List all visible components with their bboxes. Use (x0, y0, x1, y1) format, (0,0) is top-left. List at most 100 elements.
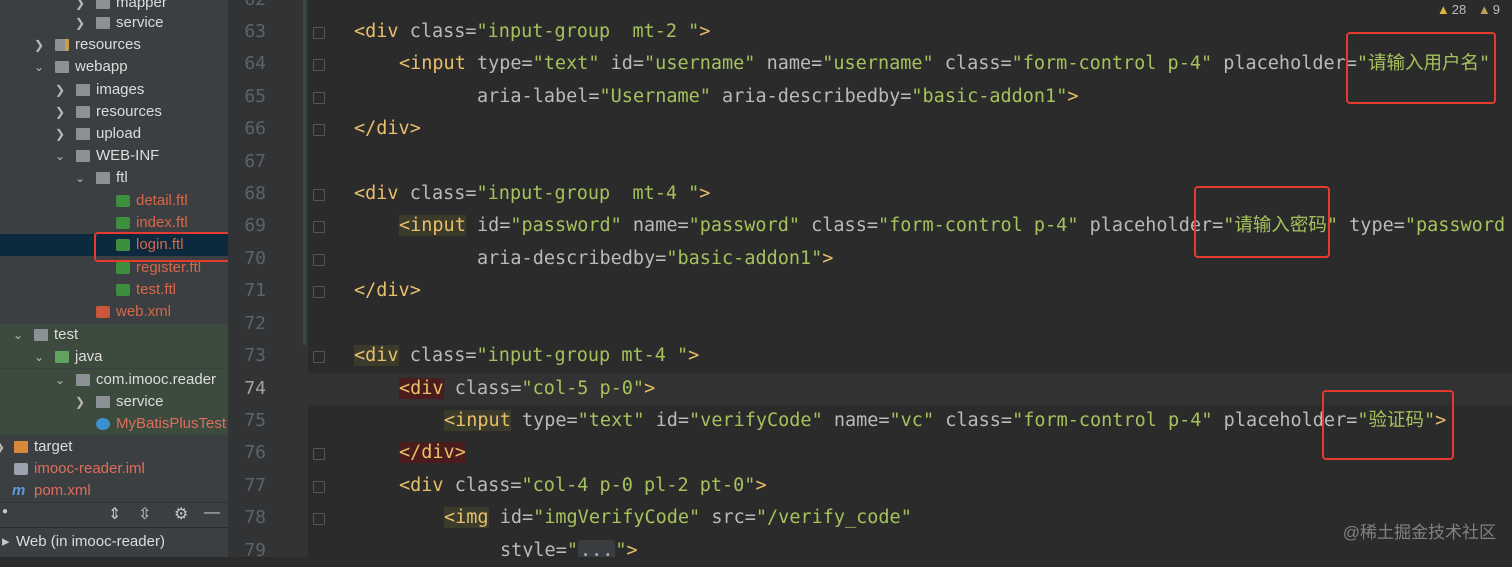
tree-item-label: MyBatisPlusTest (116, 415, 227, 432)
string-token: "imgVerifyCode" (533, 507, 701, 528)
expand-all-icon[interactable]: ⇕ (108, 504, 121, 524)
folder-icon (96, 172, 110, 184)
tree-item-resources-webapp[interactable]: ❯ resources (0, 101, 228, 123)
line-number-gutter[interactable]: 62 63 64 65 66 67 68 69 70 71 72 73 74 7… (228, 0, 308, 561)
tag-token: </div> (399, 442, 466, 463)
package-folder-icon (96, 17, 110, 29)
code-line-73: <div class="input-group mt-4 "> (354, 340, 699, 372)
tree-item-imooc-reader-iml[interactable]: imooc-reader.iml (0, 458, 228, 480)
chevron-right-icon[interactable]: ❯ (54, 123, 66, 145)
chevron-right-icon[interactable]: ❯ (0, 436, 6, 458)
code-line-68: <div class="input-group mt-4 "> (354, 178, 710, 210)
chevron-down-icon[interactable]: ⌄ (12, 324, 24, 346)
gear-icon[interactable]: ⚙ (174, 504, 188, 524)
chevron-right-icon[interactable]: ❯ (74, 391, 86, 413)
tag-token: <div (399, 378, 444, 399)
string-token: "password" (688, 215, 800, 236)
tree-item-label: com.imooc.reader (96, 371, 217, 388)
code-line-69: <input id="password" name="password" cla… (399, 210, 1505, 242)
tree-item-web-xml[interactable]: web.xml (0, 301, 228, 323)
inspection-widget[interactable]: ▲ 28 ▲ 9 (1437, 2, 1500, 17)
attr-token: name= (621, 215, 689, 236)
attr-token: class= (398, 21, 477, 42)
chevron-down-icon[interactable]: ⌄ (33, 56, 45, 78)
attr-token: class= (443, 378, 522, 399)
weak-warning-icon: ▲ (1477, 2, 1491, 17)
collapse-all-icon[interactable]: ⇳ (138, 504, 151, 524)
ftl-file-icon (116, 262, 130, 274)
tree-item-ftl[interactable]: ⌄ ftl (0, 167, 228, 189)
tree-item-label: images (96, 81, 145, 98)
project-tree: ❯ mapper ❯ service ❯ resources ⌄ webapp … (0, 0, 228, 557)
chevron-down-icon[interactable]: ⌄ (33, 346, 45, 368)
line-number: 79 (244, 540, 266, 561)
line-number: 63 (244, 21, 266, 42)
attr-token: src= (700, 507, 756, 528)
string-token: "col-5 p-0" (521, 378, 645, 399)
attr-token: class= (934, 410, 1013, 431)
tree-item-upload[interactable]: ❯ upload (0, 123, 228, 145)
attr-token: name= (822, 410, 890, 431)
tree-item-label: WEB-INF (96, 147, 160, 164)
tree-item-web-inf[interactable]: ⌄ WEB-INF (0, 145, 228, 167)
tree-item-index-ftl[interactable]: index.ftl (0, 212, 228, 234)
warning-icon: ▲ (1436, 2, 1450, 17)
tree-item-label: service (116, 14, 164, 31)
resources-folder-icon (55, 39, 69, 51)
folder-icon (34, 329, 48, 341)
tree-item-test[interactable]: ⌄ test (0, 324, 228, 346)
chevron-down-icon[interactable]: ⌄ (74, 167, 86, 189)
tree-item-target[interactable]: ❯ target (0, 436, 228, 458)
tree-item-java[interactable]: ⌄ java (0, 346, 228, 368)
chevron-down-icon[interactable]: ⌄ (54, 369, 66, 391)
tree-item-resources[interactable]: ❯ resources (0, 34, 228, 56)
chevron-down-icon[interactable]: ⌄ (54, 145, 66, 167)
line-number: 71 (244, 280, 266, 301)
code-editor[interactable]: <div class="input-group mt-2 "> <input t… (308, 0, 1512, 557)
ftl-file-icon (116, 195, 130, 207)
string-token: "verifyCode" (689, 410, 823, 431)
tag-token: > (688, 345, 700, 366)
warning-count: 28 (1451, 2, 1467, 17)
ftl-file-icon (116, 284, 130, 296)
vcs-change-marker[interactable] (303, 0, 306, 345)
code-line-78: <img id="imgVerifyCode" src="/verify_cod… (444, 502, 912, 534)
tag-token: <input (399, 53, 466, 74)
tag-token: > (1067, 86, 1079, 107)
code-line-63: <div class="input-group mt-2 "> (354, 16, 710, 48)
chevron-right-icon[interactable]: ❯ (54, 79, 66, 101)
chevron-right-icon[interactable]: ❯ (74, 12, 86, 34)
tag-token: </div> (354, 280, 421, 301)
tag-token: </div> (354, 118, 421, 139)
folded-region[interactable]: ... (577, 540, 616, 557)
attr-token: id= (465, 215, 511, 236)
tree-item-test-ftl[interactable]: test.ftl (0, 279, 228, 301)
maven-icon: m (12, 482, 26, 499)
line-number: 72 (244, 313, 266, 334)
string-token: "/verify_code" (755, 507, 912, 528)
chevron-right-icon[interactable]: ❯ (33, 34, 45, 56)
tree-item-service-test[interactable]: ❯ service (0, 391, 228, 413)
tree-item-pom-xml[interactable]: m pom.xml (0, 480, 228, 502)
tree-item-images[interactable]: ❯ images (0, 79, 228, 101)
attr-token: placeholder= (1212, 53, 1357, 74)
tree-item-com-imooc-reader[interactable]: ⌄ com.imooc.reader (0, 369, 228, 391)
weak-warning-count: 9 (1492, 2, 1500, 17)
tree-item-label: resources (75, 36, 141, 53)
tree-item-webapp[interactable]: ⌄ webapp (0, 56, 228, 78)
line-number: 70 (244, 248, 266, 269)
tree-item-detail-ftl[interactable]: detail.ftl (0, 190, 228, 212)
run-configuration[interactable]: ▸ Web (in imooc-reader) (0, 527, 228, 557)
xml-file-icon (96, 306, 110, 318)
tree-item-label: upload (96, 125, 142, 142)
code-line-66: </div> (354, 113, 421, 145)
tree-item-mybatisplustest[interactable]: MyBatisPlusTest (0, 413, 228, 435)
minimize-icon[interactable]: — (204, 504, 220, 522)
tree-item-service[interactable]: ❯ service (0, 12, 228, 34)
highlight-box (1322, 390, 1454, 460)
chevron-right-icon[interactable]: ❯ (54, 101, 66, 123)
attr-token: type= (465, 53, 533, 74)
attr-token: type= (1338, 215, 1405, 236)
code-line-79: style="... "> (500, 535, 638, 557)
bottom-toolbar: ● ⇕ ⇳ ⚙ — (0, 502, 228, 527)
